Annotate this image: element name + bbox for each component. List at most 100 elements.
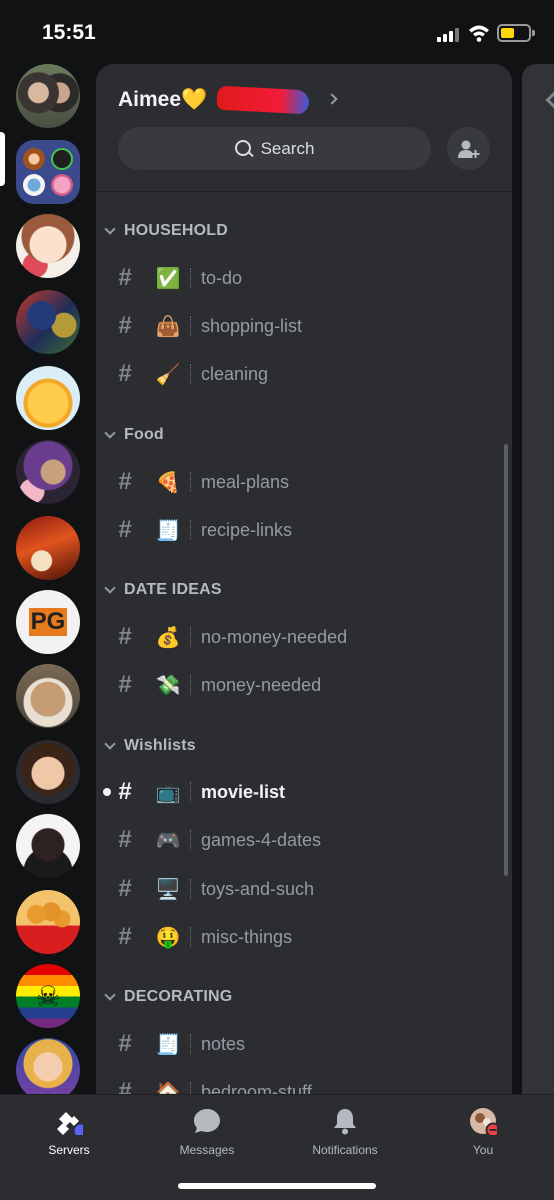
tab-you[interactable]: You [428,1107,538,1167]
battery-icon [497,24,535,42]
server-red-art[interactable] [16,516,80,580]
channel-emoji: 💸 [155,673,181,697]
unread-indicator [103,788,111,796]
channel-emoji: 🎮 [155,828,181,852]
hash-icon: # [118,778,132,805]
hash-icon: # [118,623,132,650]
server-bee-emoji[interactable] [16,366,80,430]
wifi-icon [469,25,489,42]
server-anime-avatar[interactable] [16,214,80,278]
channel-name: cleaning [201,363,269,384]
hash-icon: # [118,516,132,543]
server-rail[interactable]: PG ☠ [0,64,96,1094]
home-indicator[interactable] [178,1183,376,1189]
channel-emoji: 🖥️ [155,877,181,901]
status-time: 15:51 [42,21,96,44]
channel-to-do[interactable]: # ✅ to-do [106,258,496,298]
server-pride-pirate[interactable]: ☠ [16,964,80,1028]
channel-name: notes [201,1033,246,1054]
selected-server-indicator [0,132,5,186]
server-comic-hero[interactable] [16,1038,80,1094]
avatar-icon [470,1108,497,1135]
server-art-painting[interactable] [16,290,80,354]
category-food[interactable]: Food [102,420,164,450]
server-name: Aimee💛 [118,88,208,111]
server-folder[interactable] [16,140,80,204]
tab-messages[interactable]: Messages [152,1107,262,1167]
channel-name: misc-things [201,926,293,947]
channel-emoji: 🤑 [155,925,181,949]
channel-misc-things[interactable]: # 🤑 misc-things [106,917,496,957]
channel-shopping-list[interactable]: # 👜 shopping-list [106,306,496,346]
category-decorating[interactable]: DECORATING [102,982,232,1012]
chevron-down-icon [104,989,116,1001]
channel-name: meal-plans [201,471,290,492]
search-label: Search [260,138,315,158]
category-date-ideas[interactable]: DATE IDEAS [102,575,222,605]
server-name-button[interactable]: Aimee💛 [118,85,310,115]
channel-toys-and-such[interactable]: # 🖥️ toys-and-such [106,869,496,909]
chat-panel-peek[interactable] [522,64,554,1094]
search-button[interactable]: Search [118,127,431,170]
hash-icon: # [118,264,132,291]
channel-name: recipe-links [201,519,293,540]
channel-cleaning[interactable]: # 🧹 cleaning [106,354,496,394]
servers-icon [57,1112,83,1135]
server-dog-photo[interactable] [16,664,80,728]
server-photo-couple[interactable] [16,64,80,128]
hash-icon: # [118,1078,132,1094]
status-bar: 15:51 [0,0,554,64]
channel-name: toys-and-such [201,878,315,899]
hash-icon: # [118,312,132,339]
add-person-icon [457,140,479,158]
messages-icon [194,1109,220,1133]
channel-emoji: 🍕 [155,470,181,494]
channel-notes[interactable]: # 🧾 notes [106,1024,496,1064]
server-portrait[interactable] [16,814,80,878]
server-purple-character[interactable] [16,440,80,504]
channel-emoji: 🏠 [155,1080,181,1094]
chevron-down-icon [104,582,116,594]
hash-icon: # [118,826,132,853]
hash-icon: # [118,1030,132,1057]
add-member-button[interactable] [447,127,490,170]
tab-label: Messages [179,1143,235,1157]
server-nuggets[interactable] [16,890,80,954]
channel-emoji: ✅ [155,266,181,290]
channel-emoji: 🧾 [155,518,181,542]
channel-no-money-needed[interactable]: # 💰 no-money-needed [106,617,496,657]
channel-bedroom-stuff[interactable]: # 🏠 bedroom-stuff [106,1072,496,1094]
category-wishlists[interactable]: Wishlists [102,731,196,761]
chevron-down-icon [104,738,116,750]
channel-meal-plans[interactable]: # 🍕 meal-plans [106,462,496,502]
channel-movie-list[interactable]: # 📺 movie-list [103,772,496,812]
server-bitmoji[interactable] [16,740,80,804]
chevron-down-icon [104,427,116,439]
hash-icon: # [118,923,132,950]
chevron-down-icon [104,223,116,235]
hash-icon: # [118,468,132,495]
channel-money-needed[interactable]: # 💸 money-needed [106,665,496,705]
hash-icon: # [118,360,132,387]
server-header: Aimee💛 Search [96,64,512,192]
tab-label: Servers [48,1143,90,1157]
category-household[interactable]: HOUSEHOLD [102,216,228,246]
channel-name: no-money-needed [201,626,348,647]
channel-name: movie-list [201,781,286,802]
chevron-left-icon [545,91,554,109]
channel-name: to-do [201,267,243,288]
channel-recipe-links[interactable]: # 🧾 recipe-links [106,510,496,550]
tab-notifications[interactable]: Notifications [290,1107,400,1167]
channel-list[interactable]: HOUSEHOLD # ✅ to-do # 👜 shopping-list # … [96,192,512,1094]
cellular-signal-icon [437,28,459,42]
channel-games-4-dates[interactable]: # 🎮 games-4-dates [106,820,496,860]
hash-icon: # [118,875,132,902]
server-pg-logo[interactable]: PG [16,590,80,654]
channel-panel: Aimee💛 Search HOUSEHOLD # ✅ to-do # 👜 sh… [96,64,512,1094]
tab-label: Notifications [312,1143,378,1157]
channel-scrollbar[interactable] [504,444,508,876]
chevron-right-icon[interactable] [326,93,338,105]
channel-emoji: 🧾 [155,1032,181,1056]
tab-servers[interactable]: Servers [14,1107,124,1167]
bell-icon [334,1109,356,1135]
